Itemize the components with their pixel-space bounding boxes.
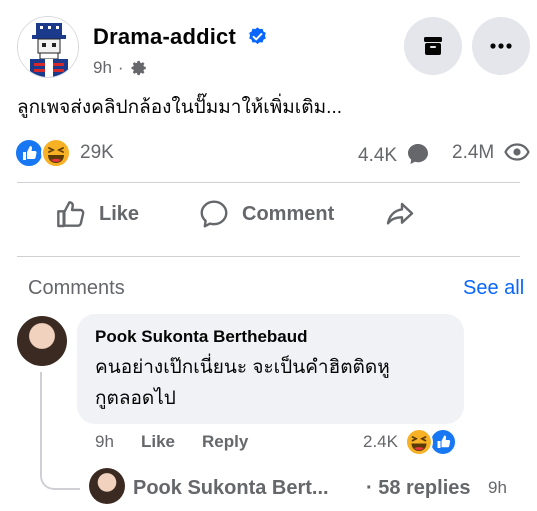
comments-count-value: 4.4K — [358, 145, 398, 166]
comment-reply-button[interactable]: Reply — [202, 432, 248, 452]
share-arrow-icon — [386, 202, 414, 225]
comment-label: Comment — [242, 202, 335, 225]
reply-author[interactable]: Pook Sukonta Bert... — [133, 477, 329, 500]
verified-badge-icon — [249, 27, 266, 44]
more-options-button[interactable] — [472, 17, 530, 75]
post-meta: 9h · — [93, 58, 148, 78]
page-name[interactable]: Drama-addict — [93, 24, 236, 50]
haha-icon — [41, 138, 71, 168]
reply-avatar[interactable] — [89, 468, 125, 504]
post-header: Drama-addict 9h · — [0, 0, 537, 90]
comment-reactions-icons[interactable] — [402, 426, 460, 458]
more-icon — [490, 43, 512, 49]
gear-icon[interactable] — [130, 59, 148, 77]
view-replies-link[interactable]: · 58 replies — [366, 477, 471, 500]
views-count: 2.4M — [452, 142, 530, 164]
reactions-summary[interactable] — [14, 137, 76, 169]
archive-icon — [424, 37, 442, 55]
haha-icon — [405, 428, 433, 456]
page-avatar[interactable] — [17, 16, 79, 78]
commenter-avatar[interactable] — [17, 316, 67, 366]
uncle-sam-avatar-icon — [18, 17, 78, 77]
reply-time: 9h — [488, 478, 507, 497]
comment-time[interactable]: 9h — [95, 432, 114, 452]
comment-icon — [200, 200, 228, 228]
post-time[interactable]: 9h — [93, 58, 112, 78]
reply-thread-line — [40, 372, 80, 490]
comment-reactions-count[interactable]: 2.4K — [363, 432, 398, 452]
comment-author[interactable]: Pook Sukonta Berthebaud — [95, 327, 308, 347]
meta-dot: · — [117, 58, 124, 77]
see-all-link[interactable]: See all — [463, 277, 524, 300]
comment-text-line: คนอย่างเป๊กเนี่ยนะ จะเป็นคำฮิตติดหู — [95, 357, 390, 378]
like-icon — [429, 428, 457, 456]
comment-text-line: กูตลอดไป — [95, 388, 176, 409]
post-actions: Like Comment — [0, 190, 537, 246]
divider — [17, 182, 520, 183]
comments-heading: Comments — [28, 277, 125, 299]
views-count-value: 2.4M — [452, 142, 495, 163]
reactions-count[interactable]: 29K — [80, 142, 114, 164]
post-stats: 29K 4.4K 2.4M — [0, 137, 537, 171]
share-button[interactable] — [384, 198, 416, 230]
comment-bubble-icon — [408, 144, 429, 164]
divider — [17, 256, 520, 257]
eye-icon — [503, 143, 530, 161]
archive-button[interactable] — [404, 17, 462, 75]
like-button[interactable]: Like — [55, 198, 139, 230]
post-text: ลูกเพจส่งคลิปกล้องในปั๊มมาให้เพิ่มเติม..… — [17, 97, 343, 118]
thumbs-up-icon — [57, 201, 85, 228]
comment-text: คนอย่างเป๊กเนี่ยนะ จะเป็นคำฮิตติดหู กูตล… — [95, 352, 455, 414]
like-label: Like — [99, 202, 140, 225]
comment-button[interactable]: Comment — [198, 198, 334, 230]
like-icon — [14, 138, 44, 168]
comments-count[interactable]: 4.4K — [358, 142, 430, 167]
comment-like-button[interactable]: Like — [141, 432, 175, 452]
comment-bubble: Pook Sukonta Berthebaud คนอย่างเป๊กเนี่ย… — [77, 314, 464, 424]
